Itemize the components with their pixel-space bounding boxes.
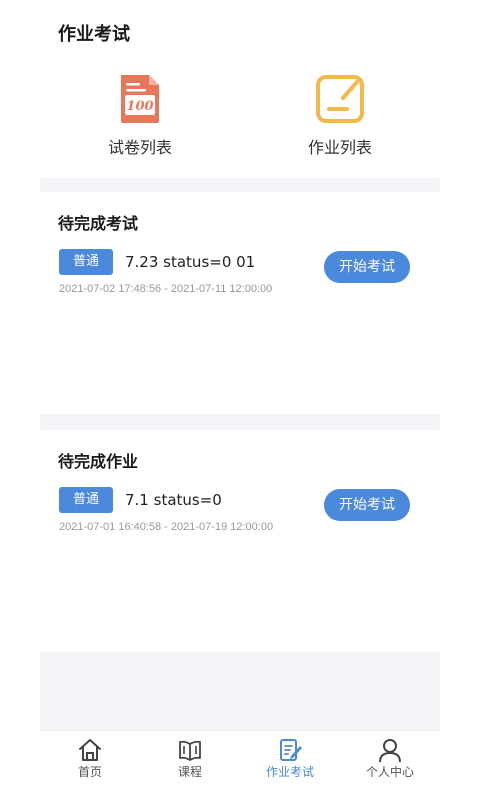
type-badge: 普通 [59, 249, 113, 275]
exam-name: 7.23 status=0 01 [125, 253, 256, 271]
nav-label: 首页 [77, 765, 102, 779]
pending-exam-section: 待完成考试 普通 7.23 status=0 01 2021-07-02 17:… [40, 192, 440, 414]
section-title: 待完成作业 [58, 452, 139, 471]
section-title: 待完成考试 [58, 214, 139, 233]
homework-name: 7.1 status=0 [125, 491, 222, 509]
nav-profile[interactable]: 个人中心 [340, 731, 440, 783]
pending-homework-section: 待完成作业 普通 7.1 status=0 2021-07-01 16:40:5… [40, 430, 440, 652]
start-homework-button[interactable]: 开始考试 [324, 489, 410, 521]
nav-courses[interactable]: 课程 [140, 731, 240, 783]
nav-homework-exam[interactable]: 作业考试 [240, 731, 340, 783]
empty-area [40, 652, 440, 730]
homework-exam-icon [280, 739, 302, 761]
page-title: 作业考试 [58, 24, 130, 45]
nav-label: 个人中心 [365, 765, 414, 779]
bottom-nav: 首页 课程 作业考试 个人中心 [40, 730, 440, 783]
exam-time-range: 2021-07-02 17:48:56 - 2021-07-11 12:00:0… [59, 283, 273, 295]
exam-paper-icon: 100 [121, 75, 159, 123]
homework-list-label: 作业列表 [307, 138, 372, 157]
person-icon [379, 739, 401, 763]
book-icon [179, 740, 201, 761]
svg-text:100: 100 [126, 99, 153, 114]
type-badge: 普通 [59, 487, 113, 513]
exam-list-label: 试卷列表 [107, 138, 172, 157]
start-exam-button[interactable]: 开始考试 [324, 251, 410, 283]
nav-home[interactable]: 首页 [40, 731, 140, 783]
home-icon [79, 739, 101, 761]
homework-list-entry[interactable]: 作业列表 [240, 72, 440, 178]
exam-list-entry[interactable]: 100 试卷列表 [40, 72, 240, 178]
nav-label: 课程 [177, 765, 202, 779]
nav-label: 作业考试 [265, 765, 314, 779]
divider [40, 178, 440, 192]
homework-time-range: 2021-07-01 16:40:58 - 2021-07-19 12:00:0… [59, 521, 274, 533]
homework-icon [316, 75, 364, 123]
entry-panel: 100 试卷列表 作业列表 [40, 72, 440, 178]
divider [40, 414, 440, 430]
